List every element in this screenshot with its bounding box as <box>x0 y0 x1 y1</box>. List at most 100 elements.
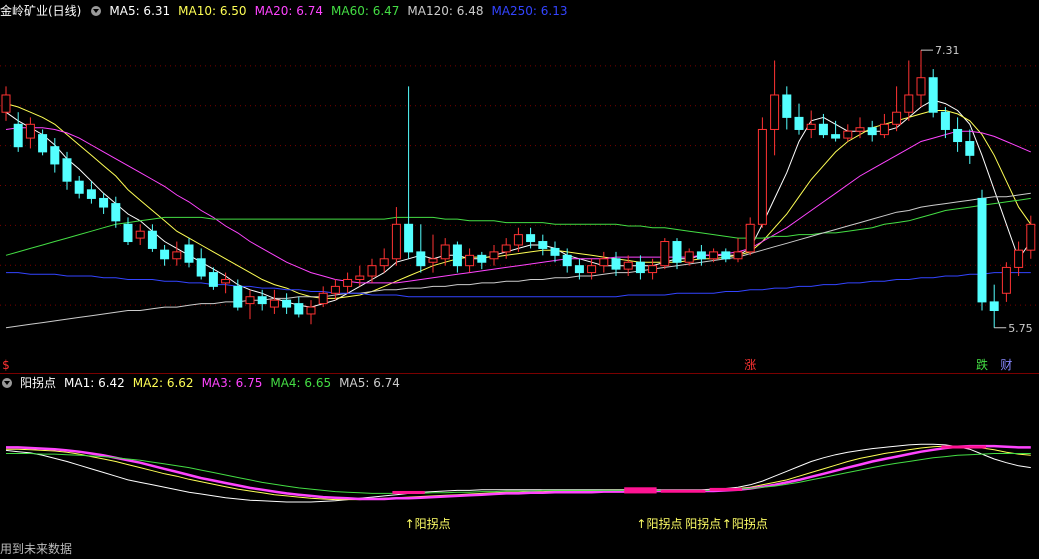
sub-chart-header: 阳拐点 MA1: 6.42 MA2: 6.62 MA3: 6.75 MA4: 6.65 M… <box>0 374 416 392</box>
sub-ma-legend: MA1: 6.42 MA2: 6.62 MA3: 6.75 MA4: 6.65 MA5:… <box>64 376 408 390</box>
candle-body <box>989 301 999 312</box>
ma-line-ma120 <box>5 192 1031 329</box>
candle-body <box>843 130 853 139</box>
ma-line-ma10 <box>5 103 1032 299</box>
main-ma-label-3: MA60: 6.47 <box>331 4 400 18</box>
candle <box>1 86 11 121</box>
candle <box>269 289 279 314</box>
sub-ma-label-3: MA4: 6.65 <box>270 376 332 390</box>
candle <box>306 300 316 325</box>
signal-bar <box>941 445 986 449</box>
candle <box>904 60 914 121</box>
candle <box>123 217 133 245</box>
main-ma-label-4: MA120: 6.48 <box>407 4 484 18</box>
candle-body <box>379 258 389 267</box>
main-ma-legend: MA5: 6.31 MA10: 6.50 MA20: 6.74 MA60: 6.47 M… <box>109 4 575 18</box>
candle-body <box>172 251 182 260</box>
candle <box>477 251 487 270</box>
candle-body <box>355 275 365 280</box>
candle <box>977 189 987 311</box>
candle-body <box>233 285 243 308</box>
candle <box>330 279 340 301</box>
candle-body <box>147 230 157 249</box>
event-marker[interactable]: 跌 <box>976 357 988 372</box>
ma-line-ma5 <box>5 99 1032 308</box>
candle-body <box>892 111 902 125</box>
candle <box>538 234 548 256</box>
signal-label: ↑阳拐点 <box>636 516 682 531</box>
candle <box>233 279 243 311</box>
candle-body <box>1026 223 1036 251</box>
candle <box>62 151 72 190</box>
candle-body <box>721 251 731 260</box>
candle <box>221 272 231 294</box>
candle-body <box>25 123 35 139</box>
indicator-chart[interactable]: ↑阳拐点 ↑阳拐点 阳拐点 ↑阳拐点 <box>0 392 1039 538</box>
candle <box>843 124 853 142</box>
candle <box>599 251 609 273</box>
candle-body <box>574 265 584 274</box>
candle-body <box>672 241 682 263</box>
candle-body <box>904 94 914 113</box>
candle-body <box>489 251 499 260</box>
candle <box>745 217 755 256</box>
candle-body <box>440 244 450 260</box>
candle-body <box>940 111 950 130</box>
candle-body <box>526 234 536 243</box>
candle-body <box>696 251 706 260</box>
candle <box>465 248 475 273</box>
dropdown-caret-icon[interactable] <box>91 6 102 16</box>
candle-body <box>74 180 84 194</box>
candle <box>831 120 841 142</box>
candle-body <box>587 265 597 274</box>
candle <box>916 50 926 108</box>
candle-body <box>660 241 670 267</box>
event-marker[interactable]: 财 <box>1000 358 1012 372</box>
candle-body <box>221 278 231 284</box>
candle-body <box>391 223 401 260</box>
signal-bar <box>624 487 657 494</box>
candle-body <box>928 77 938 113</box>
candle-body <box>648 265 658 274</box>
candle-body <box>1 94 11 113</box>
candle-body <box>599 258 609 267</box>
candle-body <box>428 258 438 263</box>
candle-body <box>562 254 572 267</box>
candle <box>550 241 560 263</box>
candle <box>672 238 682 270</box>
candle-body <box>867 127 877 136</box>
candle-body <box>452 244 462 267</box>
candle-body <box>416 251 426 267</box>
candle <box>245 289 255 320</box>
main-ma-label-0: MA5: 6.31 <box>109 4 171 18</box>
indicator-line-ma2 <box>6 445 1031 501</box>
dropdown-caret-icon[interactable] <box>2 378 12 388</box>
signal-label: ↑阳拐点 <box>405 516 451 531</box>
main-price-chart[interactable]: 7.31 5.75 $ 涨 跌财 <box>0 18 1039 373</box>
candle <box>452 241 462 273</box>
candle-body <box>282 299 292 308</box>
candle <box>818 113 828 139</box>
candle <box>1001 262 1011 302</box>
candle-body <box>99 197 109 208</box>
candle-body <box>294 303 304 315</box>
sub-ma-label-0: MA1: 6.42 <box>64 376 125 390</box>
candle <box>391 207 401 266</box>
event-marker[interactable]: $ <box>2 358 10 372</box>
candle <box>660 238 670 270</box>
candle-body <box>477 254 487 263</box>
candle <box>343 272 353 294</box>
candle-body <box>513 234 523 246</box>
candle-body <box>38 134 48 153</box>
candle-body <box>538 241 548 249</box>
signal-bar <box>660 489 706 493</box>
signal-label: 阳拐点 <box>685 516 721 531</box>
candle <box>135 224 145 245</box>
candle <box>721 248 731 263</box>
candle <box>184 238 194 268</box>
candle <box>13 112 23 152</box>
candle <box>953 117 963 152</box>
candle <box>160 244 170 266</box>
candle-body <box>135 230 145 239</box>
event-marker[interactable]: 涨 <box>744 357 756 372</box>
